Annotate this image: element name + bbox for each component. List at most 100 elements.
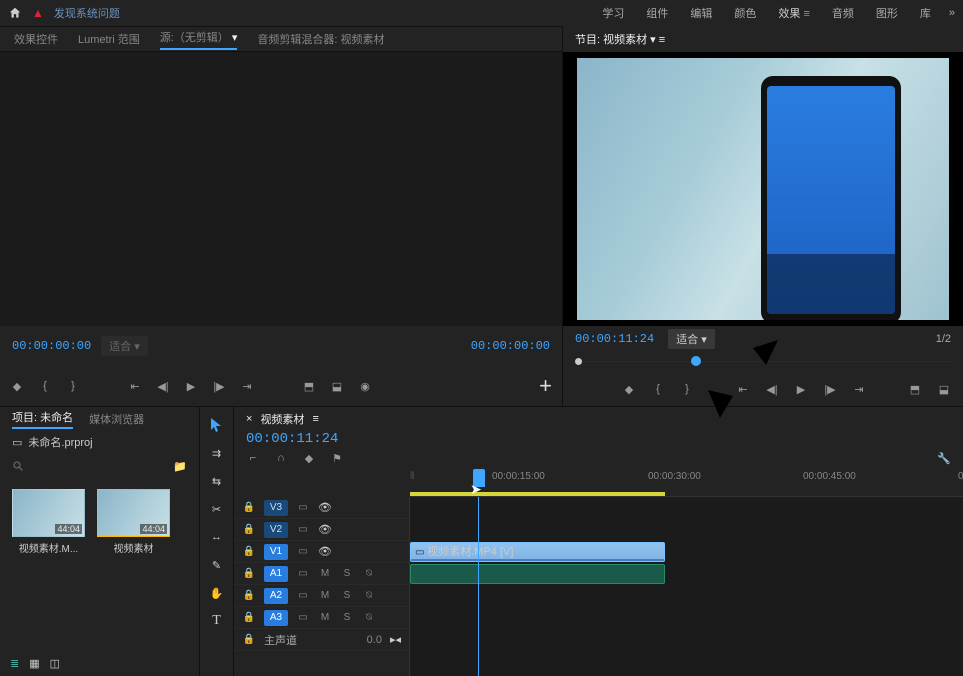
tab-lumetri-scopes[interactable]: Lumetri 范围 (78, 31, 140, 47)
program-monitor-panel: 节目: 视频素材 ▾ ≡ 00:00:11:24 适合 ▾ 1/2 ◆ { } … (563, 26, 963, 406)
system-alert-text[interactable]: 发现系统问题 (54, 5, 120, 21)
tab-project[interactable]: 项目: 未命名 (12, 409, 73, 429)
icon-view-icon[interactable]: ▦ (29, 657, 39, 670)
home-icon[interactable] (8, 6, 22, 20)
play-icon[interactable]: ▶ (794, 382, 808, 396)
sequence-name[interactable]: 视频素材 (260, 411, 304, 427)
program-scrubber[interactable] (563, 352, 963, 372)
mark-in-icon[interactable]: { (38, 379, 52, 393)
timeline-tracks-area[interactable]: ▭ 视频素材.MP4 [V] (410, 497, 963, 676)
project-footer: ≣ ▦ ◫ (0, 650, 199, 676)
mark-out-icon[interactable]: } (66, 379, 80, 393)
workspace-tab-color[interactable]: 颜色 (734, 5, 756, 21)
workspace-tab-edit[interactable]: 编辑 (690, 5, 712, 21)
export-frame-icon[interactable]: ◉ (358, 379, 372, 393)
bin-icon: ▭ (12, 436, 22, 449)
source-fit-dropdown[interactable]: 适合 ▾ (101, 336, 148, 356)
workspace-tab-assembly[interactable]: 组件 (646, 5, 668, 21)
step-back-icon[interactable]: ◀| (156, 379, 170, 393)
program-fit-dropdown[interactable]: 适合 ▾ (668, 329, 715, 349)
program-panel-tabs: 节目: 视频素材 ▾ ≡ (563, 26, 963, 52)
project-item[interactable]: 44:04 视频素材.M... (12, 489, 85, 555)
program-timecode[interactable]: 00:00:11:24 (575, 332, 654, 346)
step-back-icon[interactable]: ◀| (765, 382, 779, 396)
goto-in-icon[interactable]: ⇤ (736, 382, 750, 396)
track-select-tool-icon[interactable]: ⇉ (209, 445, 225, 461)
settings-icon[interactable]: ⚑ (330, 451, 344, 465)
master-track-header[interactable]: 🔒主声道0.0▸◂ (234, 629, 409, 651)
source-monitor-panel: 效果控件 Lumetri 范围 源:（无剪辑） ▾ 音频剪辑混合器: 视频素材 … (0, 26, 563, 406)
marker-icon[interactable]: ◆ (622, 382, 636, 396)
link-icon[interactable]: ∩ (274, 451, 288, 465)
timeline-timecode[interactable]: 00:00:11:24 (246, 431, 338, 447)
marker-icon[interactable]: ◆ (302, 451, 316, 465)
razor-tool-icon[interactable]: ✂ (209, 501, 225, 517)
source-viewer (0, 52, 562, 326)
goto-in-icon[interactable]: ⇤ (128, 379, 142, 393)
workspace-tab-learn[interactable]: 学习 (602, 5, 624, 21)
marker-icon[interactable]: ◆ (10, 379, 24, 393)
video-track-header[interactable]: 🔒V1▭👁 (234, 541, 409, 563)
ripple-edit-tool-icon[interactable]: ⇆ (209, 473, 225, 489)
tab-effect-controls[interactable]: 效果控件 (14, 31, 58, 47)
workspace-tab-audio[interactable]: 音频 (832, 5, 854, 21)
tab-source[interactable]: 源:（无剪辑） ▾ (160, 29, 238, 50)
slip-tool-icon[interactable]: ↔ (209, 529, 225, 545)
search-icon[interactable] (12, 460, 24, 472)
playhead-line (478, 497, 479, 676)
audio-track-header[interactable]: 🔒A2▭MS⍉ (234, 585, 409, 607)
project-item[interactable]: 44:04 视频素材 (97, 489, 170, 555)
workspace-tab-library[interactable]: 库 (920, 5, 931, 21)
video-clip[interactable]: ▭ 视频素材.MP4 [V] (410, 542, 665, 562)
track-headers: 🔒V3▭👁 🔒V2▭👁 🔒V1▭👁 🔒A1▭MS⍉ 🔒A2▭MS⍉ 🔒A3▭MS… (234, 497, 410, 676)
project-items: 44:04 视频素材.M... 44:04 视频素材 (0, 479, 199, 565)
wrench-icon[interactable]: 🔧 (937, 451, 951, 465)
insert-icon[interactable]: ⬒ (302, 379, 316, 393)
goto-out-icon[interactable]: ⇥ (852, 382, 866, 396)
upper-panels: 效果控件 Lumetri 范围 源:（无剪辑） ▾ 音频剪辑混合器: 视频素材 … (0, 26, 963, 406)
hand-tool-icon[interactable]: ✋ (209, 585, 225, 601)
timeline-ruler[interactable]: 00:00:15:00 00:00:30:00 00:00:45:00 00:0… (410, 469, 963, 497)
snap-icon[interactable]: ⌐ (246, 451, 260, 465)
audio-track-header[interactable]: 🔒A3▭MS⍉ (234, 607, 409, 629)
goto-out-icon[interactable]: ⇥ (240, 379, 254, 393)
overflow-icon[interactable]: » (949, 7, 955, 19)
program-resolution[interactable]: 1/2 (936, 333, 951, 345)
selection-tool-icon[interactable] (209, 417, 225, 433)
mark-out-icon[interactable]: } (680, 382, 694, 396)
step-forward-icon[interactable]: |▶ (212, 379, 226, 393)
source-timecode-right: 00:00:00:00 (471, 339, 550, 353)
warning-icon[interactable]: ▲ (32, 6, 44, 20)
project-panel: 项目: 未命名 媒体浏览器 ▭ 未命名.prproj 📁 44:04 视频素材.… (0, 407, 200, 676)
tab-media-browser[interactable]: 媒体浏览器 (89, 411, 144, 427)
tab-program[interactable]: 节目: 视频素材 ▾ ≡ (575, 31, 665, 47)
tab-audio-mixer[interactable]: 音频剪辑混合器: 视频素材 (257, 31, 384, 47)
folder-icon[interactable]: 📁 (173, 460, 187, 473)
workspace-tab-effects[interactable]: 效果 ≡ (778, 5, 809, 21)
freeform-view-icon[interactable]: ◫ (50, 657, 60, 670)
source-panel-tabs: 效果控件 Lumetri 范围 源:（无剪辑） ▾ 音频剪辑混合器: 视频素材 (0, 26, 562, 52)
video-track-header[interactable]: 🔒V2▭👁 (234, 519, 409, 541)
workspace-tab-graphics[interactable]: 图形 (876, 5, 898, 21)
type-tool-icon[interactable]: T (209, 613, 225, 629)
pen-tool-icon[interactable]: ✎ (209, 557, 225, 573)
extract-icon[interactable]: ⬓ (937, 382, 951, 396)
tool-palette: ⇉ ⇆ ✂ ↔ ✎ ✋ T (200, 407, 234, 676)
video-track-header[interactable]: 🔒V3▭👁 (234, 497, 409, 519)
source-timecode-left[interactable]: 00:00:00:00 (12, 339, 91, 353)
playhead-icon[interactable] (473, 469, 485, 487)
list-view-icon[interactable]: ≣ (10, 657, 19, 670)
lower-panels: 项目: 未命名 媒体浏览器 ▭ 未命名.prproj 📁 44:04 视频素材.… (0, 406, 963, 676)
step-forward-icon[interactable]: |▶ (823, 382, 837, 396)
lift-icon[interactable]: ⬒ (908, 382, 922, 396)
overwrite-icon[interactable]: ⬓ (330, 379, 344, 393)
timeline-panel: ×视频素材≡ 00:00:11:24 ⌐ ∩ ◆ ⚑ 🔧 00:00:15:00… (234, 407, 963, 676)
project-filename: 未命名.prproj (28, 434, 92, 450)
play-icon[interactable]: ▶ (184, 379, 198, 393)
program-viewer[interactable] (563, 52, 963, 326)
workspace-tabs: 学习 组件 编辑 颜色 效果 ≡ 音频 图形 库 (602, 5, 930, 21)
audio-clip[interactable] (410, 564, 665, 584)
audio-track-header[interactable]: 🔒A1▭MS⍉ (234, 563, 409, 585)
add-button-icon[interactable]: + (539, 373, 552, 399)
mark-in-icon[interactable]: { (651, 382, 665, 396)
